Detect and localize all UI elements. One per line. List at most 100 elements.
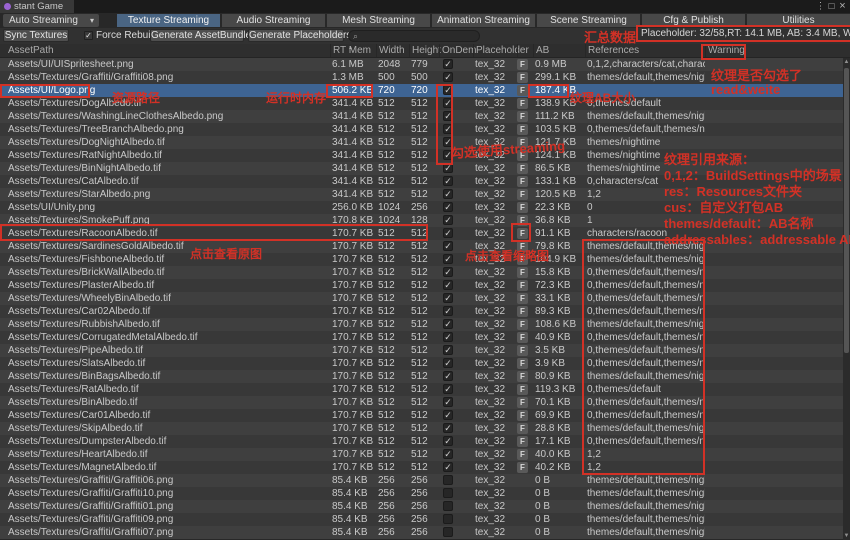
ab-file-icon[interactable]: F — [517, 176, 528, 187]
tab-animation-streaming[interactable]: Animation Streaming — [432, 14, 535, 27]
asset-path-cell[interactable]: Assets/Textures/Car01Albedo.tif — [0, 409, 330, 422]
column-ondem[interactable]: OnDem — [439, 44, 473, 57]
search-input[interactable] — [360, 31, 479, 42]
ab-file-icon[interactable]: F — [517, 384, 528, 395]
table-row[interactable]: Assets/Textures/RatNightAlbedo.tif341.4 … — [0, 149, 843, 162]
ab-file-icon[interactable]: F — [517, 111, 528, 122]
streaming-mode-dropdown[interactable]: Auto Streaming ▾ — [3, 14, 99, 27]
asset-path-cell[interactable]: Assets/Textures/TreeBranchAlbedo.png — [0, 123, 330, 136]
column-width[interactable]: Width — [376, 44, 409, 57]
ondemand-checkbox[interactable] — [443, 475, 453, 485]
table-row[interactable]: Assets/Textures/BinAlbedo.tif170.7 KB512… — [0, 396, 843, 409]
table-row[interactable]: Assets/Textures/SlatsAlbedo.tif170.7 KB5… — [0, 357, 843, 370]
ab-file-icon[interactable]: F — [517, 85, 528, 96]
ondemand-checkbox[interactable]: ✓ — [443, 397, 453, 407]
ab-file-icon[interactable]: F — [517, 358, 528, 369]
table-row[interactable]: Assets/Textures/PlasterAlbedo.tif170.7 K… — [0, 279, 843, 292]
tab-texture-streaming[interactable]: Texture Streaming — [117, 14, 220, 27]
asset-path-cell[interactable]: Assets/Textures/Graffiti/Graffiti07.png — [0, 526, 330, 539]
table-row[interactable]: Assets/UI/Unity.png256.0 KB1024256✓tex_3… — [0, 201, 843, 214]
ondemand-checkbox[interactable]: ✓ — [443, 163, 453, 173]
table-row[interactable]: Assets/Textures/DogAlbedo.tif341.4 KB512… — [0, 97, 843, 110]
asset-path-cell[interactable]: Assets/Textures/Graffiti/Graffiti08.png — [0, 71, 330, 84]
ab-file-icon[interactable]: F — [517, 254, 528, 265]
table-row[interactable]: Assets/Textures/RacoonAlbedo.tif170.7 KB… — [0, 227, 843, 240]
asset-path-cell[interactable]: Assets/UI/UISpritesheet.png — [0, 58, 330, 71]
asset-path-cell[interactable]: Assets/Textures/RubbishAlbedo.tif — [0, 318, 330, 331]
column-references[interactable]: References — [585, 44, 705, 57]
table-row[interactable]: Assets/Textures/BrickWallAlbedo.tif170.7… — [0, 266, 843, 279]
table-row[interactable]: Assets/Textures/Graffiti/Graffiti07.png8… — [0, 526, 843, 539]
column-rtmem[interactable]: ▴ RT Mem — [330, 44, 376, 57]
table-row[interactable]: Assets/Textures/CorrugatedMetalAlbedo.ti… — [0, 331, 843, 344]
ondemand-checkbox[interactable]: ✓ — [443, 137, 453, 147]
window-menu-icon[interactable]: ⋮ — [815, 0, 826, 13]
table-row[interactable]: Assets/Textures/RatAlbedo.tif170.7 KB512… — [0, 383, 843, 396]
table-row[interactable]: Assets/Textures/SkipAlbedo.tif170.7 KB51… — [0, 422, 843, 435]
ondemand-checkbox[interactable]: ✓ — [443, 150, 453, 160]
ondemand-checkbox[interactable]: ✓ — [443, 124, 453, 134]
table-row[interactable]: Assets/Textures/SardinesGoldAlbedo.tif17… — [0, 240, 843, 253]
ondemand-checkbox[interactable]: ✓ — [443, 371, 453, 381]
ondemand-checkbox[interactable]: ✓ — [443, 332, 453, 342]
ab-file-icon[interactable]: F — [517, 293, 528, 304]
asset-path-cell[interactable]: Assets/Textures/RacoonAlbedo.tif — [0, 227, 330, 240]
ondemand-checkbox[interactable]: ✓ — [443, 98, 453, 108]
ab-file-icon[interactable]: F — [517, 410, 528, 421]
asset-path-cell[interactable]: Assets/Textures/DogAlbedo.tif — [0, 97, 330, 110]
table-row[interactable]: Assets/Textures/PipeAlbedo.tif170.7 KB51… — [0, 344, 843, 357]
asset-path-cell[interactable]: Assets/Textures/BinBagsAlbedo.tif — [0, 370, 330, 383]
ondemand-checkbox[interactable]: ✓ — [443, 215, 453, 225]
ab-file-icon[interactable]: F — [517, 215, 528, 226]
ondemand-checkbox[interactable]: ✓ — [443, 423, 453, 433]
table-row[interactable]: Assets/Textures/BinBagsAlbedo.tif170.7 K… — [0, 370, 843, 383]
table-row[interactable]: Assets/Textures/SmokePuff.png170.8 KB102… — [0, 214, 843, 227]
ondemand-checkbox[interactable]: ✓ — [443, 59, 453, 69]
asset-path-cell[interactable]: Assets/Textures/BinAlbedo.tif — [0, 396, 330, 409]
table-row[interactable]: Assets/Textures/BinNightAlbedo.tif341.4 … — [0, 162, 843, 175]
asset-path-cell[interactable]: Assets/Textures/Graffiti/Graffiti01.png — [0, 500, 330, 513]
ab-file-icon[interactable]: F — [517, 72, 528, 83]
sync-textures-button[interactable]: Sync Textures — [3, 29, 69, 42]
ondemand-checkbox[interactable] — [443, 527, 453, 537]
ondemand-checkbox[interactable]: ✓ — [443, 319, 453, 329]
ondemand-checkbox[interactable]: ✓ — [443, 267, 453, 277]
asset-path-cell[interactable]: Assets/Textures/DumpsterAlbedo.tif — [0, 435, 330, 448]
column-placeholder[interactable]: Placeholder — [473, 44, 517, 57]
ondemand-checkbox[interactable]: ✓ — [443, 111, 453, 121]
table-row[interactable]: Assets/Textures/DumpsterAlbedo.tif170.7 … — [0, 435, 843, 448]
table-row[interactable]: Assets/Textures/Graffiti/Graffiti10.png8… — [0, 487, 843, 500]
close-icon[interactable]: × — [837, 0, 848, 13]
table-row[interactable]: Assets/Textures/MagnetAlbedo.tif170.7 KB… — [0, 461, 843, 474]
table-row[interactable]: Assets/Textures/HeartAlbedo.tif170.7 KB5… — [0, 448, 843, 461]
asset-path-cell[interactable]: Assets/Textures/PlasterAlbedo.tif — [0, 279, 330, 292]
ab-file-icon[interactable]: F — [517, 462, 528, 473]
asset-path-cell[interactable]: Assets/Textures/FishboneAlbedo.tif — [0, 253, 330, 266]
ondemand-checkbox[interactable]: ✓ — [443, 384, 453, 394]
asset-path-cell[interactable]: Assets/Textures/SkipAlbedo.tif — [0, 422, 330, 435]
tab-audio-streaming[interactable]: Audio Streaming — [222, 14, 325, 27]
ondemand-checkbox[interactable]: ✓ — [443, 293, 453, 303]
ab-file-icon[interactable]: F — [517, 150, 528, 161]
scrollbar-thumb[interactable] — [844, 68, 849, 353]
ab-file-icon[interactable]: F — [517, 59, 528, 70]
asset-path-cell[interactable]: Assets/Textures/RatNightAlbedo.tif — [0, 149, 330, 162]
ondemand-checkbox[interactable]: ✓ — [443, 72, 453, 82]
generate-assetbundles-button[interactable]: Generate AssetBundles — [150, 29, 244, 42]
asset-path-cell[interactable]: Assets/Textures/PipeAlbedo.tif — [0, 344, 330, 357]
table-row[interactable]: Assets/Textures/CatAlbedo.tif341.4 KB512… — [0, 175, 843, 188]
ondemand-checkbox[interactable]: ✓ — [443, 449, 453, 459]
table-row[interactable]: Assets/UI/Logo.png506.2 KB720720✓tex_32F… — [0, 84, 843, 97]
ab-file-icon[interactable]: F — [517, 202, 528, 213]
ondemand-checkbox[interactable]: ✓ — [443, 241, 453, 251]
asset-path-cell[interactable]: Assets/Textures/StarAlbedo.png — [0, 188, 330, 201]
ab-file-icon[interactable]: F — [517, 163, 528, 174]
ondemand-checkbox[interactable]: ✓ — [443, 280, 453, 290]
asset-path-cell[interactable]: Assets/Textures/Graffiti/Graffiti06.png — [0, 474, 330, 487]
scroll-down-icon[interactable]: ▼ — [843, 532, 850, 540]
ondemand-checkbox[interactable]: ✓ — [443, 85, 453, 95]
ab-file-icon[interactable]: F — [517, 449, 528, 460]
asset-path-cell[interactable]: Assets/Textures/BinNightAlbedo.tif — [0, 162, 330, 175]
column-warning[interactable]: Warning — [705, 44, 850, 57]
ondemand-checkbox[interactable] — [443, 501, 453, 511]
